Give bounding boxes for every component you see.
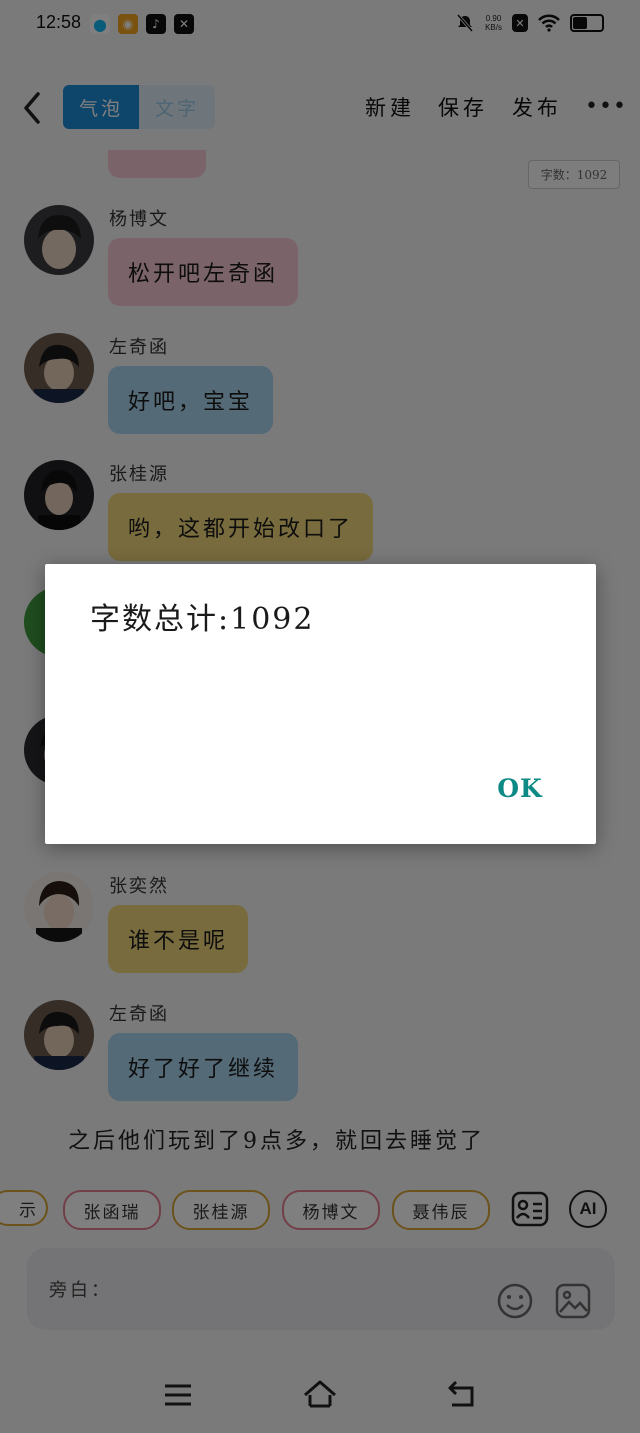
dialog-message: 字数总计:1092 [90,602,315,637]
word-count-dialog: 字数总计:1092 OK [45,564,596,844]
ok-button[interactable]: OK [485,766,555,810]
